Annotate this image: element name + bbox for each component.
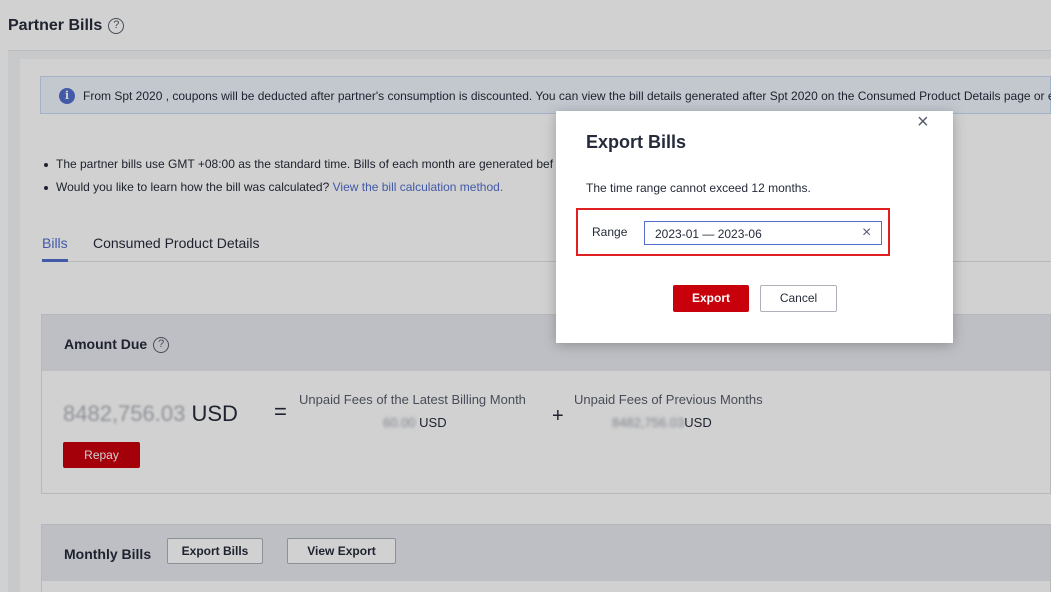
close-icon[interactable]: × [917, 112, 929, 132]
export-bills-dialog: Export Bills × The time range cannot exc… [556, 111, 953, 343]
range-highlight: Range 2023-01 — 2023-06 × [576, 208, 890, 256]
range-picker-input[interactable]: 2023-01 — 2023-06 × [644, 221, 882, 245]
range-label: Range [592, 225, 628, 239]
dialog-title: Export Bills [586, 132, 687, 152]
dialog-description: The time range cannot exceed 12 months. [586, 181, 811, 195]
clear-icon[interactable]: × [862, 222, 871, 244]
export-button[interactable]: Export [673, 285, 749, 312]
cancel-button[interactable]: Cancel [760, 285, 837, 312]
range-value: 2023-01 — 2023-06 [655, 227, 762, 241]
